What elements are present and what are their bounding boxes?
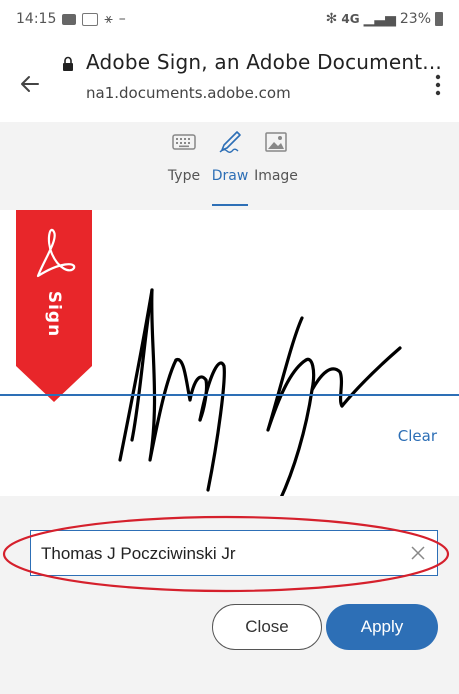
back-arrow-icon[interactable]: [18, 72, 42, 96]
drawn-signature: [118, 288, 402, 502]
clear-button[interactable]: Clear: [392, 426, 443, 446]
clear-input-icon[interactable]: [409, 544, 427, 562]
apply-button[interactable]: Apply: [326, 604, 438, 650]
status-left: 14:15 ⚹ –: [16, 11, 126, 27]
network-label: 4G: [341, 12, 360, 26]
page-url[interactable]: na1.documents.adobe.com: [86, 84, 291, 102]
active-tab-indicator: [212, 204, 248, 206]
tab-image[interactable]: Image: [244, 130, 308, 184]
keyboard-icon: [172, 134, 196, 150]
battery-percent: 23%: [399, 11, 431, 27]
bottom-panel: Close Apply: [0, 496, 459, 694]
pen-icon: [219, 131, 241, 153]
usb-icon: ⚹: [104, 11, 113, 27]
keyboard-notification-icon: [82, 12, 99, 26]
signature-baseline: [0, 394, 459, 396]
signature-draw-canvas[interactable]: Sign Clear: [0, 210, 459, 502]
more-options-icon[interactable]: [426, 72, 450, 98]
signer-name-input[interactable]: [39, 531, 413, 577]
browser-url-bar: Adobe Sign, an Adobe Document... na1.doc…: [0, 38, 459, 122]
signer-name-field[interactable]: [30, 530, 438, 577]
battery-icon: [435, 12, 443, 26]
tab-type-label: Type: [167, 168, 201, 184]
sign-flag-label: Sign: [44, 290, 64, 338]
bluetooth-icon: ✻: [325, 11, 338, 27]
status-bar: 14:15 ⚹ – ✻ 4G ▁▃▅ 23%: [0, 0, 459, 38]
lock-icon: [63, 56, 73, 71]
close-button[interactable]: Close: [212, 604, 322, 650]
signature-mode-tabs: Type Draw Image: [0, 122, 459, 210]
page-title[interactable]: Adobe Sign, an Adobe Document...: [86, 50, 442, 74]
tab-image-label: Image: [254, 168, 298, 184]
signal-icon: ▁▃▅: [363, 11, 396, 27]
image-icon: [265, 132, 287, 152]
status-time: 14:15: [16, 11, 57, 27]
more-notifications-icon: –: [118, 11, 126, 27]
youtube-notification-icon: [62, 13, 77, 25]
tab-draw-label: Draw: [211, 168, 249, 184]
status-right: ✻ 4G ▁▃▅ 23%: [326, 11, 443, 27]
